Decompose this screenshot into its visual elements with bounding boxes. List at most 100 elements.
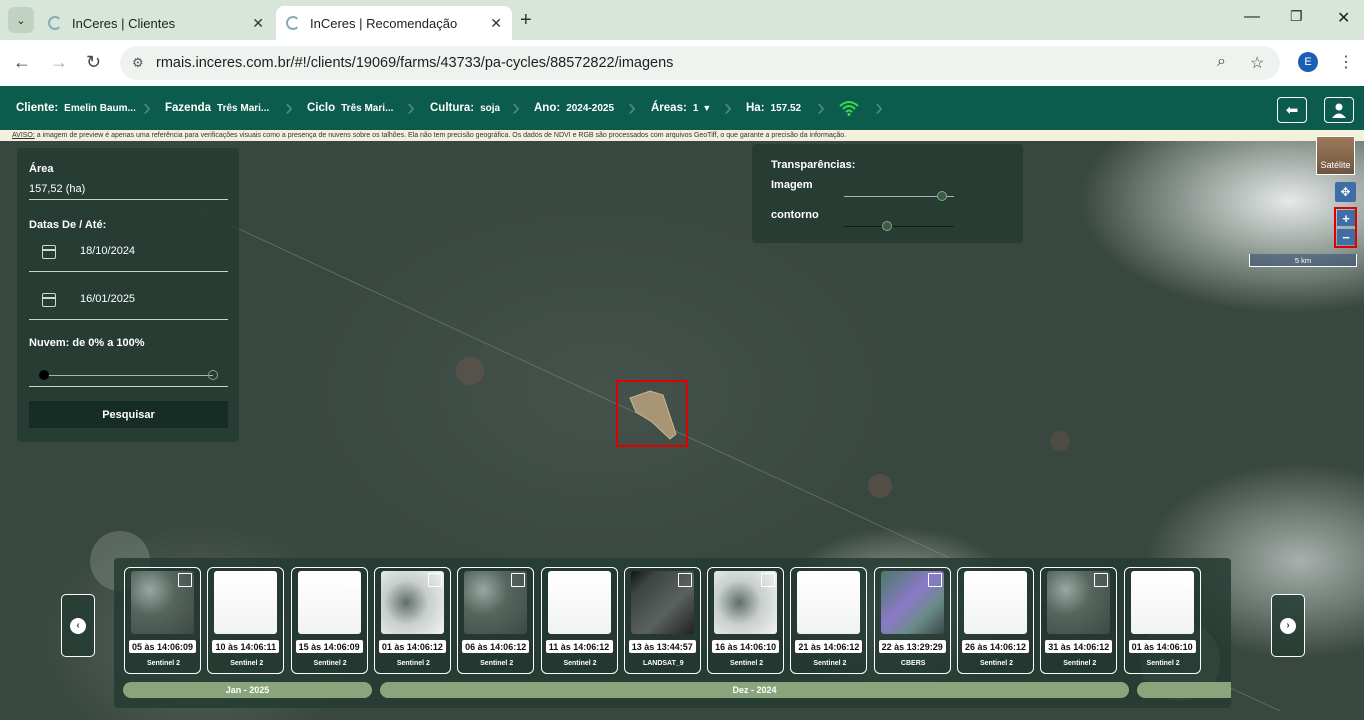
breadcrumb-cliente[interactable]: Cliente: Emelin Baum... — [16, 86, 136, 130]
back-arrow-button[interactable]: ⬅ — [1277, 97, 1307, 123]
cloud-max-handle[interactable] — [208, 370, 218, 380]
image-date: 16 às 14:06:10 — [711, 639, 781, 654]
select-checkbox[interactable] — [594, 573, 609, 587]
timeline-card[interactable]: 11 às 14:06:12 Sentinel 2 — [540, 567, 618, 674]
tab-title: InCeres | Clientes — [72, 15, 176, 31]
select-checkbox[interactable] — [261, 573, 276, 587]
profile-avatar[interactable]: E — [1298, 52, 1318, 72]
select-checkbox[interactable] — [761, 573, 776, 587]
cloud-label: Nuvem: de 0% a 100% — [29, 337, 145, 349]
breadcrumb-fazenda[interactable]: Fazenda Três Mari... — [165, 86, 269, 130]
timeline-card[interactable]: 15 às 14:06:09 Sentinel 2 — [290, 567, 368, 674]
forward-icon[interactable]: → — [50, 52, 68, 73]
arrow-left-icon: ⬅ — [1285, 102, 1299, 119]
select-checkbox[interactable] — [1177, 573, 1192, 587]
month-group-label: Dez - 2024 — [380, 682, 1129, 698]
url-text: rmais.inceres.com.br/#!/clients/19069/fa… — [156, 55, 674, 71]
bookmark-star-icon[interactable]: ☆ — [1250, 53, 1264, 73]
timeline-card[interactable]: 06 às 14:06:12 Sentinel 2 — [457, 567, 535, 674]
transparency-title: Transparências: — [771, 159, 856, 171]
timeline-card[interactable]: 10 às 14:06:11 Sentinel 2 — [207, 567, 285, 674]
timeline-card[interactable]: 31 às 14:06:12 Sentinel 2 — [1040, 567, 1118, 674]
menu-icon[interactable]: ⋮ — [1338, 52, 1354, 72]
image-date: 26 às 14:06:12 — [961, 639, 1030, 654]
contour-opacity-slider[interactable] — [844, 226, 954, 227]
search-button[interactable]: Pesquisar — [29, 401, 228, 428]
date-from-field[interactable]: 18/10/2024 — [80, 245, 135, 257]
timeline-card[interactable]: 13 às 13:44:57 LANDSAT_9 — [623, 567, 701, 674]
breadcrumb-areas[interactable]: Áreas: 1 ▼ — [651, 86, 711, 130]
image-source: CBERS — [900, 660, 926, 667]
image-source: Sentinel 2 — [1063, 660, 1097, 667]
timeline-card[interactable]: 22 às 13:29:29 CBERS — [873, 567, 951, 674]
minimize-button[interactable]: — — [1244, 8, 1260, 26]
close-icon[interactable]: ✕ — [490, 15, 502, 32]
select-checkbox[interactable] — [511, 573, 526, 587]
image-source: Sentinel 2 — [563, 660, 597, 667]
tab-search-button[interactable]: ⌄ — [8, 7, 34, 33]
chevron-right-icon: › — [724, 94, 732, 121]
timeline-card[interactable]: 01 às 14:06:12 Sentinel 2 — [373, 567, 451, 674]
timeline-card[interactable]: 26 às 14:06:12 Sentinel 2 — [957, 567, 1034, 674]
timeline-next-button[interactable]: › — [1271, 594, 1305, 657]
zoom-in-button[interactable]: + — [1337, 210, 1355, 226]
select-checkbox[interactable] — [677, 573, 692, 587]
tab-clientes[interactable]: InCeres | Clientes ✕ — [38, 6, 274, 40]
new-tab-button[interactable]: + — [520, 9, 532, 32]
chevron-right-icon: › — [628, 94, 636, 121]
timeline-card[interactable]: 01 às 14:06:10 Sentinel 2 — [1123, 567, 1201, 674]
restore-button[interactable]: ❐ — [1290, 8, 1303, 25]
area-value: 157,52 (ha) — [29, 183, 86, 195]
zoom-icon[interactable]: ⌕ — [1217, 53, 1226, 71]
timeline-card[interactable]: 16 às 14:06:10 Sentinel 2 — [707, 567, 785, 674]
breadcrumb-cultura[interactable]: Cultura: soja — [430, 86, 500, 130]
field-polygon[interactable] — [618, 382, 690, 449]
app-header: Cliente: Emelin Baum... › Fazenda Três M… — [0, 86, 1364, 130]
site-info-icon[interactable]: ⚙ — [132, 55, 144, 71]
notice-text: a imagem de preview é apenas uma referên… — [34, 132, 847, 139]
breadcrumb-ciclo[interactable]: Ciclo Três Mari... — [307, 86, 393, 130]
chevron-right-icon: › — [817, 94, 825, 121]
layer-switch-button[interactable]: Satélite — [1316, 136, 1355, 175]
timeline-prev-button[interactable]: ‹ — [61, 594, 95, 657]
image-date: 21 às 14:06:12 — [794, 639, 864, 654]
select-checkbox[interactable] — [344, 573, 359, 587]
field-highlight-box[interactable] — [616, 380, 688, 447]
user-button[interactable] — [1324, 97, 1354, 123]
cloud-min-handle[interactable] — [39, 370, 49, 380]
image-opacity-handle[interactable] — [937, 191, 947, 201]
breadcrumb-ano[interactable]: Ano: 2024-2025 — [534, 86, 614, 130]
image-date: 01 às 14:06:12 — [377, 639, 447, 654]
browser-tab-bar: ⌄ InCeres | Clientes ✕ InCeres | Recomen… — [0, 0, 1364, 40]
select-checkbox[interactable] — [1011, 573, 1025, 587]
contour-opacity-handle[interactable] — [882, 221, 892, 231]
select-checkbox[interactable] — [178, 573, 192, 587]
calendar-icon[interactable] — [42, 245, 56, 259]
calendar-icon[interactable] — [42, 293, 56, 307]
tab-recomendacao[interactable]: InCeres | Recomendação ✕ — [276, 6, 512, 40]
image-date: 06 às 14:06:12 — [461, 639, 531, 654]
close-icon[interactable]: ✕ — [252, 15, 264, 32]
select-checkbox[interactable] — [844, 573, 859, 587]
timeline-card[interactable]: 21 às 14:06:12 Sentinel 2 — [790, 567, 868, 674]
date-to-field[interactable]: 16/01/2025 — [80, 293, 135, 305]
timeline-card[interactable]: 05 às 14:06:09 Sentinel 2 — [124, 567, 201, 674]
user-icon — [1332, 103, 1346, 118]
window-close-button[interactable]: ✕ — [1337, 8, 1350, 28]
breadcrumb-ha: Ha: 157.52 — [746, 102, 802, 114]
image-opacity-label: Imagem — [771, 179, 813, 191]
select-checkbox[interactable] — [927, 573, 942, 587]
cloud-slider-track[interactable] — [43, 375, 213, 376]
pan-move-icon[interactable]: ✥ — [1335, 182, 1356, 202]
image-date: 05 às 14:06:09 — [128, 639, 197, 654]
url-field[interactable]: ⚙ rmais.inceres.com.br/#!/clients/19069/… — [120, 46, 1280, 80]
loading-icon — [286, 16, 300, 30]
select-checkbox[interactable] — [427, 573, 442, 587]
select-checkbox[interactable] — [1094, 573, 1109, 587]
zoom-out-button[interactable]: − — [1337, 229, 1355, 245]
back-icon[interactable]: ← — [13, 52, 31, 73]
reload-icon[interactable]: ↻ — [86, 52, 101, 73]
image-source: Sentinel 2 — [813, 660, 847, 667]
chevron-right-icon: › — [143, 94, 151, 121]
wifi-icon — [839, 101, 859, 116]
